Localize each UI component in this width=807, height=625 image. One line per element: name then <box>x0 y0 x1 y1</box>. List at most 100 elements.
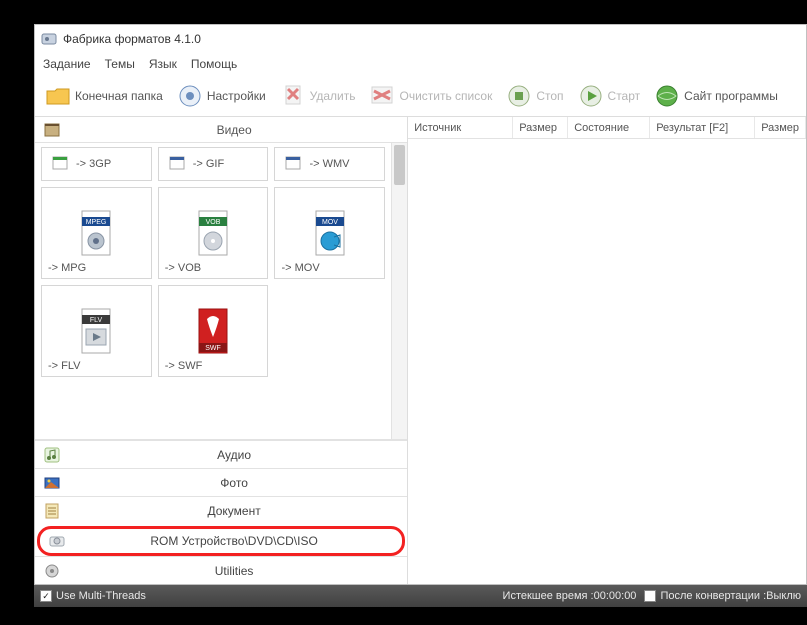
file-icon <box>167 156 187 172</box>
website-label: Сайт программы <box>684 89 778 103</box>
svg-text:MPEG: MPEG <box>86 219 107 226</box>
after-label: После конвертации : <box>660 590 766 602</box>
format-label: -> FLV <box>48 360 81 372</box>
menu-task[interactable]: Задание <box>43 57 91 71</box>
col-source[interactable]: Источник <box>408 117 513 138</box>
format-label: -> SWF <box>165 360 203 372</box>
app-title: Фабрика форматов 4.1.0 <box>63 32 201 46</box>
category-list: Аудио Фото Документ ROM Устройство\DVD\C… <box>35 440 407 584</box>
format-label: -> 3GP <box>76 158 111 170</box>
stop-icon <box>506 83 532 109</box>
col-state[interactable]: Состояние <box>568 117 650 138</box>
file-icon <box>283 156 303 172</box>
file-icon: FLV <box>76 307 116 355</box>
category-label: Фото <box>69 476 399 490</box>
format-label: -> WMV <box>309 158 349 170</box>
file-icon: MOV <box>310 209 350 257</box>
category-label: ROM Устройство\DVD\CD\ISO <box>74 534 394 548</box>
titlebar: Фабрика форматов 4.1.0 <box>35 25 806 53</box>
menu-language[interactable]: Язык <box>149 57 177 71</box>
col-result[interactable]: Результат [F2] <box>650 117 755 138</box>
document-icon <box>43 502 61 520</box>
file-icon <box>50 156 70 172</box>
clear-icon <box>369 83 395 109</box>
formats-grid: -> 3GP -> GIF -> WMV MPEG -> MPG <box>35 143 391 439</box>
formats-scrollbar[interactable] <box>391 143 407 439</box>
delete-label: Удалить <box>310 89 356 103</box>
stop-label: Стоп <box>536 89 563 103</box>
after-conversion-checkbox[interactable] <box>644 590 656 602</box>
category-audio[interactable]: Аудио <box>35 440 407 468</box>
svg-text:VOB: VOB <box>206 219 221 226</box>
elapsed-label: Истекшее время : <box>503 590 594 602</box>
category-label: Документ <box>69 504 399 518</box>
clear-label: Очистить список <box>399 89 492 103</box>
main-area: Видео -> 3GP -> GIF <box>35 117 806 584</box>
format-label: -> GIF <box>193 158 224 170</box>
video-formats-panel: -> 3GP -> GIF -> WMV MPEG -> MPG <box>35 143 407 440</box>
photo-icon <box>43 474 61 492</box>
category-photo[interactable]: Фото <box>35 468 407 496</box>
format-flv[interactable]: FLV -> FLV <box>41 285 152 377</box>
file-icon: VOB <box>193 209 233 257</box>
elapsed-value: 00:00:00 <box>594 590 637 602</box>
globe-icon <box>654 83 680 109</box>
start-button[interactable]: Старт <box>574 81 645 111</box>
category-video-label: Видео <box>69 123 399 137</box>
col-size[interactable]: Размер <box>513 117 568 138</box>
gear-icon <box>43 562 61 580</box>
video-icon <box>43 121 61 139</box>
menu-help[interactable]: Помощь <box>191 57 237 71</box>
svg-text:FLV: FLV <box>90 317 103 324</box>
disc-icon <box>48 532 66 550</box>
settings-icon <box>177 83 203 109</box>
multithreads-label: Use Multi-Threads <box>56 590 146 602</box>
format-label: -> VOB <box>165 262 201 274</box>
format-gif[interactable]: -> GIF <box>158 147 269 181</box>
format-label: -> MOV <box>281 262 319 274</box>
right-panel: Источник Размер Состояние Результат [F2]… <box>408 117 806 584</box>
scrollbar-thumb[interactable] <box>394 145 405 185</box>
app-window: Фабрика форматов 4.1.0 Задание Темы Язык… <box>34 24 807 585</box>
category-utilities[interactable]: Utilities <box>35 556 407 584</box>
multithreads-checkbox[interactable] <box>40 590 52 602</box>
website-button[interactable]: Сайт программы <box>650 81 782 111</box>
settings-button[interactable]: Настройки <box>173 81 270 111</box>
format-label: -> MPG <box>48 262 86 274</box>
left-panel: Видео -> 3GP -> GIF <box>35 117 408 584</box>
file-list-empty[interactable] <box>408 139 806 584</box>
category-rom[interactable]: ROM Устройство\DVD\CD\ISO <box>37 526 405 556</box>
format-vob[interactable]: VOB -> VOB <box>158 187 269 279</box>
file-icon: SWF <box>193 307 233 355</box>
category-document[interactable]: Документ <box>35 496 407 524</box>
col-size2[interactable]: Размер <box>755 117 806 138</box>
statusbar: Use Multi-Threads Истекшее время : 00:00… <box>34 585 807 607</box>
svg-text:SWF: SWF <box>205 345 221 352</box>
output-folder-label: Конечная папка <box>75 89 163 103</box>
toolbar: Конечная папка Настройки Удалить Очистит… <box>35 75 806 117</box>
menu-themes[interactable]: Темы <box>105 57 135 71</box>
format-swf[interactable]: SWF -> SWF <box>158 285 269 377</box>
format-3gp[interactable]: -> 3GP <box>41 147 152 181</box>
category-label: Utilities <box>69 564 399 578</box>
format-mpg[interactable]: MPEG -> MPG <box>41 187 152 279</box>
stop-button[interactable]: Стоп <box>502 81 567 111</box>
menubar: Задание Темы Язык Помощь <box>35 53 806 75</box>
folder-icon <box>45 83 71 109</box>
delete-icon <box>280 83 306 109</box>
clear-list-button[interactable]: Очистить список <box>365 81 496 111</box>
app-icon <box>41 31 57 47</box>
format-wmv[interactable]: -> WMV <box>274 147 385 181</box>
svg-text:MOV: MOV <box>322 219 338 226</box>
audio-icon <box>43 446 61 464</box>
delete-button[interactable]: Удалить <box>276 81 360 111</box>
file-icon: MPEG <box>76 209 116 257</box>
category-label: Аудио <box>69 448 399 462</box>
start-label: Старт <box>608 89 641 103</box>
format-mov[interactable]: MOV -> MOV <box>274 187 385 279</box>
settings-label: Настройки <box>207 89 266 103</box>
start-icon <box>578 83 604 109</box>
after-value: Выклю <box>766 590 801 602</box>
output-folder-button[interactable]: Конечная папка <box>41 81 167 111</box>
category-video-header[interactable]: Видео <box>35 117 407 143</box>
